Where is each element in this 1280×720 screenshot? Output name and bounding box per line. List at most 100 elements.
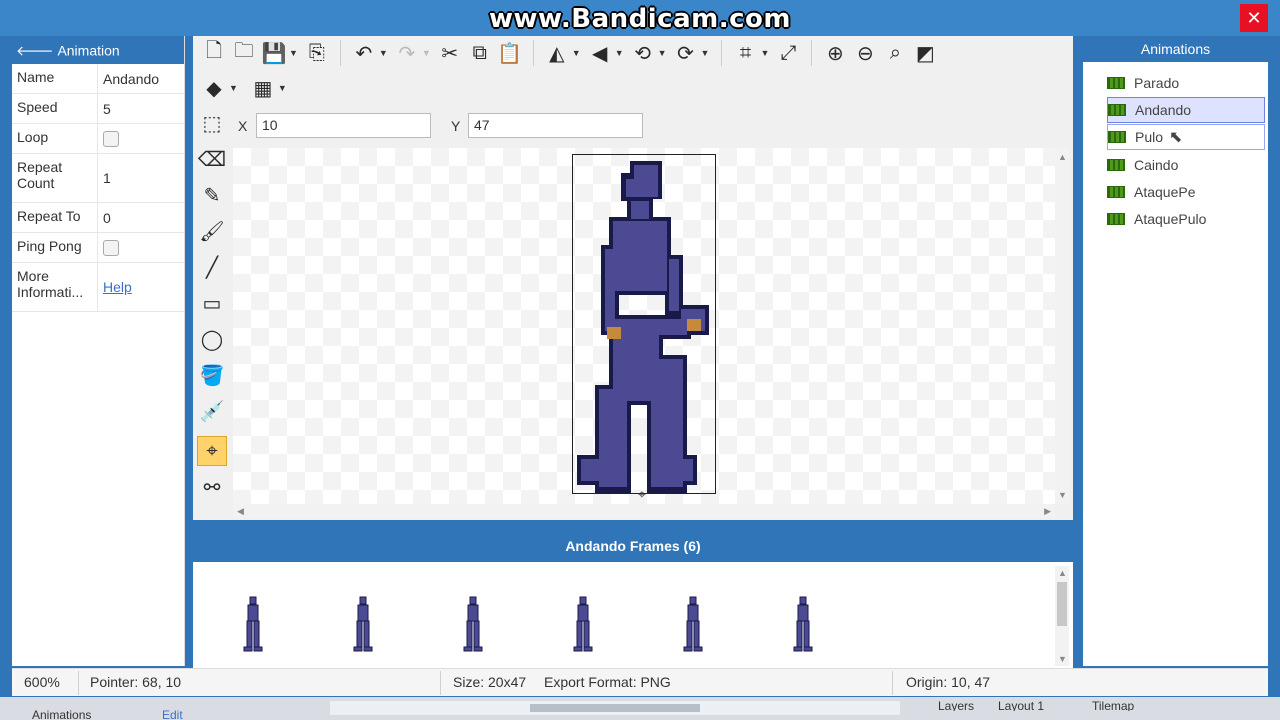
ellipse-icon[interactable]: ◯: [197, 324, 227, 354]
prop-label: Repeat Count: [12, 154, 98, 202]
scroll-left-arrow-icon[interactable]: ◀: [237, 506, 244, 517]
bottom-tab-animations[interactable]: Animations: [32, 708, 91, 720]
prop-row-more-info: More Informati... Help: [12, 263, 184, 312]
prop-label: More Informati...: [12, 263, 98, 311]
scroll-thumb[interactable]: [1057, 582, 1067, 626]
chevron-down-icon[interactable]: ▼: [229, 83, 238, 93]
pencil-icon[interactable]: ✎: [197, 180, 227, 210]
scroll-down-arrow-icon[interactable]: ▼: [1058, 490, 1067, 500]
animation-item-ataquepe[interactable]: AtaquePe: [1107, 179, 1265, 205]
chevron-down-icon[interactable]: ▼: [701, 48, 710, 58]
help-link[interactable]: Help: [103, 279, 132, 295]
rectangle-icon[interactable]: ▭: [197, 288, 227, 318]
loop-checkbox[interactable]: [103, 130, 119, 147]
open-folder-icon[interactable]: 🗀: [229, 38, 259, 68]
frame-thumbnail[interactable]: [791, 596, 815, 652]
chevron-down-icon[interactable]: ▼: [658, 48, 667, 58]
background-toggle-icon[interactable]: ◩: [910, 38, 940, 68]
zoom-reset-icon[interactable]: ⌕: [880, 38, 910, 68]
scroll-up-arrow-icon[interactable]: ▲: [1058, 152, 1067, 162]
scroll-right-arrow-icon[interactable]: ▶: [1044, 506, 1051, 517]
image-size: Size: 20x47: [453, 674, 527, 690]
back-arrow-icon[interactable]: 🡐: [16, 42, 54, 58]
animation-properties-panel: 🡐 Animation Properties Name Andando Spee…: [12, 36, 185, 666]
export-icon[interactable]: ⎘: [302, 38, 332, 68]
zoom-out-icon[interactable]: ⊖: [850, 38, 880, 68]
animation-item-pulo[interactable]: Pulo ⬉: [1107, 124, 1265, 150]
vertical-scrollbar[interactable]: ▲ ▼: [1055, 148, 1069, 504]
name-field[interactable]: Andando: [98, 64, 184, 93]
save-icon[interactable]: 💾: [259, 38, 289, 68]
line-icon[interactable]: ╱: [197, 252, 227, 282]
animation-item-parado[interactable]: Parado: [1107, 70, 1265, 96]
scroll-down-arrow-icon[interactable]: ▼: [1058, 654, 1067, 664]
bottom-edit-link[interactable]: Edit: [162, 708, 183, 720]
fill-bucket-icon[interactable]: 🪣: [197, 360, 227, 390]
scroll-up-arrow-icon[interactable]: ▲: [1058, 568, 1067, 578]
speed-field[interactable]: 5: [98, 94, 184, 123]
layers-icon[interactable]: ◆: [199, 73, 229, 103]
new-file-icon[interactable]: 🗋: [199, 38, 229, 68]
bottom-tab-layers[interactable]: Layers: [938, 699, 974, 711]
frame-thumbnail[interactable]: [241, 596, 265, 652]
origin-point-icon[interactable]: ⌖: [197, 436, 227, 466]
mirror-icon[interactable]: ◭: [542, 38, 572, 68]
resize-icon[interactable]: ⤢: [773, 38, 803, 68]
grid-icon[interactable]: ▦: [248, 73, 278, 103]
repeat-to-field[interactable]: 0: [98, 203, 184, 232]
origin-position: Origin: 10, 47: [906, 674, 991, 690]
chevron-down-icon[interactable]: ▼: [289, 48, 298, 58]
repeat-count-field[interactable]: 1: [98, 154, 184, 202]
frame-thumbnail[interactable]: [351, 596, 375, 652]
undo-icon[interactable]: ↶: [349, 38, 379, 68]
bottom-scrollbar[interactable]: [330, 701, 900, 715]
crop-icon[interactable]: ⌗: [730, 38, 760, 68]
divider: [339, 40, 341, 66]
rotate-cw-icon[interactable]: ⟳: [671, 38, 701, 68]
zoom-in-icon[interactable]: ⊕: [820, 38, 850, 68]
bottom-tab-tilemap[interactable]: Tilemap: [1092, 699, 1134, 711]
color-picker-icon[interactable]: 💉: [197, 396, 227, 426]
chevron-down-icon[interactable]: ▼: [278, 83, 287, 93]
paste-icon[interactable]: 📋: [495, 38, 525, 68]
prop-row-loop: Loop: [12, 124, 184, 154]
chevron-down-icon[interactable]: ▼: [572, 48, 581, 58]
animation-item-caindo[interactable]: Caindo: [1107, 152, 1265, 178]
scroll-thumb[interactable]: [530, 704, 700, 712]
prop-label: Loop: [12, 124, 98, 153]
flip-icon[interactable]: ◀: [585, 38, 615, 68]
redo-icon[interactable]: ↷: [392, 38, 422, 68]
pointer-position: Pointer: 68, 10: [90, 674, 182, 690]
rectangle-select-icon[interactable]: ⬚: [197, 108, 227, 138]
copy-icon[interactable]: ⧉: [465, 38, 495, 68]
animation-item-ataquepulo[interactable]: AtaquePulo: [1107, 206, 1265, 232]
bottom-tab-layout[interactable]: Layout 1: [998, 699, 1044, 711]
rotate-ccw-icon[interactable]: ⟲: [628, 38, 658, 68]
eraser-icon[interactable]: ⌫: [197, 144, 227, 174]
film-icon: [1107, 186, 1125, 198]
properties-header[interactable]: 🡐 Animation Properties: [12, 36, 184, 86]
cut-icon[interactable]: ✂: [435, 38, 465, 68]
chevron-down-icon[interactable]: ▼: [379, 48, 388, 58]
image-points-icon[interactable]: ⚯: [197, 472, 227, 502]
chevron-down-icon[interactable]: ▼: [760, 48, 769, 58]
prop-label: Ping Pong: [12, 233, 98, 262]
frame-thumbnail[interactable]: [571, 596, 595, 652]
close-button[interactable]: ✕: [1240, 4, 1268, 32]
brush-icon[interactable]: 🖌: [197, 216, 227, 246]
divider: [78, 671, 79, 695]
chevron-down-icon[interactable]: ▼: [615, 48, 624, 58]
frames-scrollbar[interactable]: ▲ ▼: [1055, 566, 1069, 666]
frame-thumbnail[interactable]: [681, 596, 705, 652]
horizontal-scrollbar[interactable]: ◀ ▶: [233, 504, 1055, 518]
chevron-down-icon[interactable]: ▼: [422, 48, 431, 58]
y-coordinate-input[interactable]: 47: [468, 113, 643, 138]
ping-pong-checkbox[interactable]: [103, 239, 119, 256]
frame-thumbnail[interactable]: [461, 596, 485, 652]
image-editor: 🗋 🗀 💾 ▼ ⎘ ↶ ▼ ↷ ▼ ✂ ⧉ 📋 ◭ ▼ ◀ ▼ ⟲ ▼ ⟳ ▼ ⌗ ▼ ⤢ ⊕ …: [193, 36, 1073, 520]
x-coordinate-input[interactable]: 10: [256, 113, 431, 138]
animation-label: AtaquePulo: [1134, 211, 1207, 227]
origin-marker-icon[interactable]: ⌖: [638, 486, 646, 503]
prop-label: Speed: [12, 94, 98, 123]
animation-item-andando[interactable]: Andando: [1107, 97, 1265, 123]
